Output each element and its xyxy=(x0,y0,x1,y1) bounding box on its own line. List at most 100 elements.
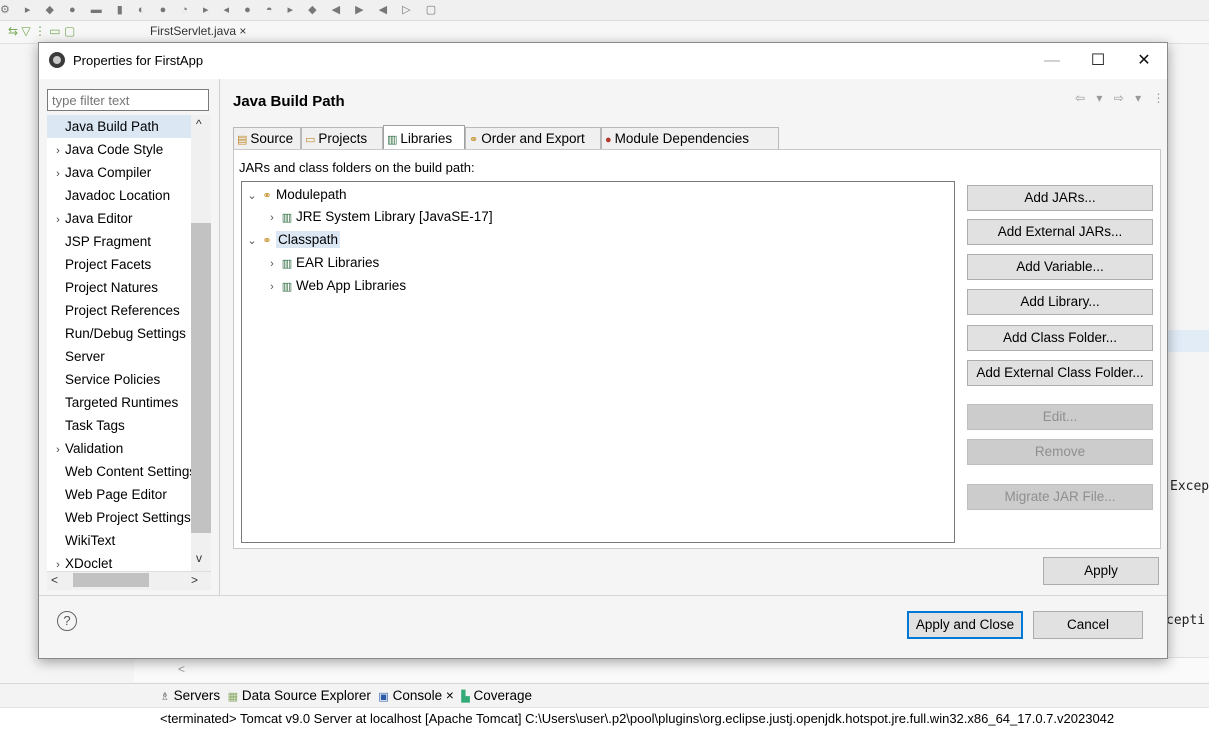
nav-item[interactable]: Run/Debug Settings xyxy=(47,322,195,345)
tab-module-dependencies[interactable]: ● Module Dependencies xyxy=(601,127,779,149)
nav-item[interactable]: › Java Editor xyxy=(47,207,195,230)
eclipse-icon xyxy=(49,52,65,68)
nav-item[interactable]: Javadoc Location xyxy=(47,184,195,207)
nav-item-label: Project Natures xyxy=(65,280,159,295)
apply-and-close-button[interactable]: Apply and Close xyxy=(907,611,1023,639)
nav-item[interactable]: Project References xyxy=(47,299,195,322)
coverage-icon: ▙ xyxy=(461,691,470,703)
nav-item-label: Server xyxy=(65,349,105,364)
chevron-right-icon[interactable]: › xyxy=(51,209,65,230)
nav-item[interactable]: WikiText xyxy=(47,529,195,552)
add-class-folder-button[interactable]: Add Class Folder... xyxy=(967,325,1153,351)
cancel-button[interactable]: Cancel xyxy=(1033,611,1143,639)
scroll-down-icon[interactable]: v xyxy=(196,551,202,565)
nav-item[interactable]: Project Natures xyxy=(47,276,195,299)
nav-item-label: Web Project Settings xyxy=(65,510,191,525)
chevron-right-icon[interactable]: › xyxy=(51,140,65,161)
section-label: JARs and class folders on the build path… xyxy=(239,160,475,175)
nav-item[interactable]: Java Build Path xyxy=(47,115,195,138)
add-variable-button[interactable]: Add Variable... xyxy=(967,254,1153,280)
nav-item[interactable]: Service Policies xyxy=(47,368,195,391)
nav-item[interactable]: Project Facets xyxy=(47,253,195,276)
tree-item-jre-system-library[interactable]: › ▥ JRE System Library [JavaSE-17] xyxy=(266,206,492,229)
chevron-right-icon[interactable]: › xyxy=(266,276,278,298)
tree-item-classpath[interactable]: ⌄ ⚭ Classpath xyxy=(246,229,341,252)
tree-item-web-app-libraries[interactable]: › ▥ Web App Libraries xyxy=(266,275,406,297)
nav-item-label: Javadoc Location xyxy=(65,188,171,203)
nav-item-label: Java Build Path xyxy=(65,119,159,134)
nav-hscroll-thumb[interactable] xyxy=(73,573,149,587)
history-nav-icons[interactable]: ⇦ ▾ ⇨ ▾ ⋮ xyxy=(1075,91,1169,105)
tab-source[interactable]: ▤ Source xyxy=(233,127,301,149)
chevron-right-icon[interactable]: › xyxy=(51,439,65,460)
tree-item-ear-libraries[interactable]: › ▥ EAR Libraries xyxy=(266,252,379,274)
nav-item[interactable]: Web Content Settings xyxy=(47,460,195,483)
apply-button[interactable]: Apply xyxy=(1043,557,1159,585)
console-output: <terminated> Tomcat v9.0 Server at local… xyxy=(0,707,1209,729)
toolbar-icons[interactable]: ⚙ ▸ ◆ ● ▬ ▮ ◐ ● ◔ ▸ ◂ ● ◓ ▸ ◆ ◀ ▶ ◀ ▷ ▢ xyxy=(0,3,442,16)
scroll-left-icon[interactable]: < xyxy=(51,573,58,587)
add-jars-button[interactable]: Add JARs... xyxy=(967,185,1153,211)
module-dependencies-icon: ● xyxy=(605,134,612,146)
classpath-icon: ⚭ xyxy=(262,235,272,247)
chevron-right-icon[interactable]: › xyxy=(266,253,278,275)
editor-text-fragment: cepti xyxy=(1166,613,1206,628)
nav-item[interactable]: › Java Compiler xyxy=(47,161,195,184)
migrate-jar-file-button[interactable]: Migrate JAR File... xyxy=(967,484,1153,510)
nav-item[interactable]: Server xyxy=(47,345,195,368)
console-icon: ▣ xyxy=(378,691,389,703)
scroll-right-icon[interactable]: > xyxy=(191,573,198,587)
chevron-right-icon[interactable]: › xyxy=(266,207,278,229)
add-external-jars-button[interactable]: Add External JARs... xyxy=(967,219,1153,245)
classpath-icon: ⚭ xyxy=(262,190,272,202)
ide-main-toolbar: ⚙ ▸ ◆ ● ▬ ▮ ◐ ● ◔ ▸ ◂ ● ◓ ▸ ◆ ◀ ▶ ◀ ▷ ▢ xyxy=(0,0,1209,21)
add-library-button[interactable]: Add Library... xyxy=(967,289,1153,315)
nav-item[interactable]: › Java Code Style xyxy=(47,138,195,161)
library-icon: ▥ xyxy=(281,258,293,270)
nav-item-label: Web Page Editor xyxy=(65,487,167,502)
editor-tab-firstservlet[interactable]: FirstServlet.java × xyxy=(150,24,246,38)
source-icon: ▤ xyxy=(237,134,248,146)
nav-item-label: Validation xyxy=(65,441,124,456)
tree-item-modulepath[interactable]: ⌄ ⚭ Modulepath xyxy=(246,184,346,207)
close-button[interactable]: ✕ xyxy=(1121,43,1167,79)
editor-text-fragment: Excep xyxy=(1170,479,1209,494)
dialog-titlebar[interactable]: Properties for FirstApp — ☐ ✕ xyxy=(39,43,1167,79)
projects-icon: ▭ xyxy=(305,134,316,146)
page-title: Java Build Path xyxy=(233,93,345,110)
remove-button[interactable]: Remove xyxy=(967,439,1153,465)
nav-item[interactable]: › Validation xyxy=(47,437,195,460)
help-icon[interactable]: ? xyxy=(57,611,77,631)
scroll-up-icon[interactable]: ^ xyxy=(196,117,202,131)
filter-input[interactable] xyxy=(47,89,209,111)
tab-projects[interactable]: ▭ Projects xyxy=(301,127,383,149)
scroll-left-icon[interactable]: < xyxy=(178,662,185,676)
chevron-right-icon[interactable]: › xyxy=(51,163,65,184)
chevron-down-icon[interactable]: ⌄ xyxy=(246,185,258,207)
servers-icon: ♗ xyxy=(160,691,170,703)
chevron-down-icon[interactable]: ⌄ xyxy=(246,230,258,252)
nav-item[interactable]: JSP Fragment xyxy=(47,230,195,253)
properties-dialog: Properties for FirstApp — ☐ ✕ Java Build… xyxy=(38,42,1168,659)
tab-console[interactable]: ▣ Console × xyxy=(378,688,453,703)
nav-vscroll-thumb[interactable] xyxy=(191,223,211,533)
view-toolbar-icons[interactable]: ⇆ ▽ ⋮ ▭ ▢ xyxy=(8,24,75,38)
editor-hscroll[interactable]: < xyxy=(134,657,1209,682)
add-external-class-folder-button[interactable]: Add External Class Folder... xyxy=(967,360,1153,386)
tab-servers[interactable]: ♗ Servers xyxy=(160,688,220,703)
nav-item[interactable]: Web Page Editor xyxy=(47,483,195,506)
tab-order-and-export[interactable]: ⚭ Order and Export xyxy=(465,127,601,149)
tab-data-source-explorer[interactable]: ▦ Data Source Explorer xyxy=(228,688,371,703)
pane-splitter[interactable] xyxy=(219,79,220,595)
nav-item-label: Targeted Runtimes xyxy=(65,395,179,410)
tab-libraries[interactable]: ▥ Libraries xyxy=(383,125,465,149)
nav-item[interactable]: Web Project Settings xyxy=(47,506,195,529)
dialog-title: Properties for FirstApp xyxy=(73,53,204,68)
edit-button[interactable]: Edit... xyxy=(967,404,1153,430)
nav-item-label: JSP Fragment xyxy=(65,234,152,249)
nav-item[interactable]: Targeted Runtimes xyxy=(47,391,195,414)
minimize-button[interactable]: — xyxy=(1029,43,1075,79)
nav-item[interactable]: Task Tags xyxy=(47,414,195,437)
tab-coverage[interactable]: ▙ Coverage xyxy=(461,688,532,703)
maximize-button[interactable]: ☐ xyxy=(1075,43,1121,79)
